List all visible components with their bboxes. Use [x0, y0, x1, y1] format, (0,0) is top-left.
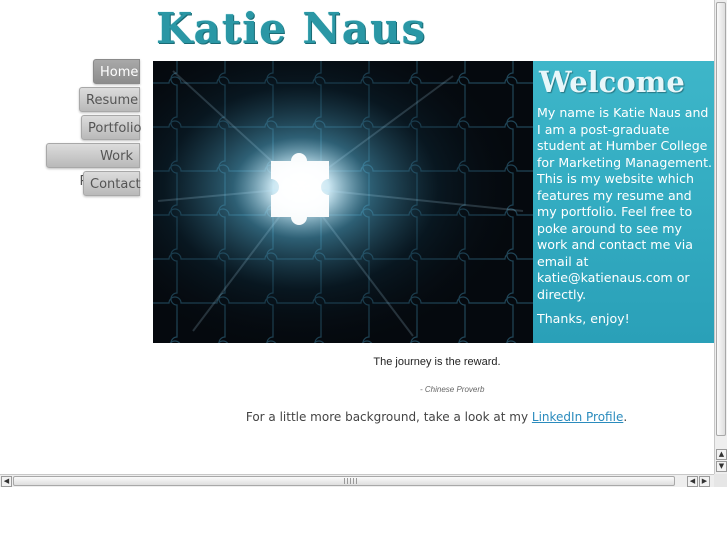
- arrow-right-icon[interactable]: ▶: [699, 476, 710, 487]
- nav-home-button[interactable]: Home: [93, 59, 140, 84]
- background-prefix: For a little more background, take a loo…: [245, 410, 532, 424]
- welcome-panel: Welcome My name is Katie Naus and I am a…: [533, 61, 714, 343]
- horizontal-scroll-thumb[interactable]: [13, 476, 675, 486]
- nav-contact-button[interactable]: Contact: [83, 171, 141, 196]
- arrow-down-icon[interactable]: ▼: [716, 461, 727, 472]
- scrollbar-corner: [714, 474, 727, 487]
- vertical-scroll-thumb[interactable]: [716, 2, 726, 436]
- linkedin-profile-link[interactable]: LinkedIn Profile: [532, 410, 623, 424]
- blank-area: [0, 487, 727, 545]
- welcome-email-text: katie@katienaus.com: [537, 270, 673, 285]
- welcome-paragraph: My name is Katie Naus and I am a post-gr…: [537, 105, 714, 303]
- nav-portfolio-button[interactable]: Portfolio: [81, 115, 141, 140]
- page-viewport: Katie Naus Home Resume Portfolio Work Po…: [0, 0, 714, 474]
- background-line: For a little more background, take a loo…: [0, 410, 714, 424]
- arrow-left-icon[interactable]: ◀: [1, 476, 12, 487]
- welcome-thanks-text: Thanks, enjoy!: [537, 311, 630, 326]
- welcome-body-text: My name is Katie Naus and I am a post-gr…: [537, 105, 713, 269]
- quote-attribution: - Chinese Proverb: [420, 385, 485, 394]
- site-logo[interactable]: Katie Naus: [156, 4, 426, 53]
- welcome-title: Welcome: [539, 65, 685, 99]
- scroll-grip-icon: [344, 478, 358, 484]
- nav-work-portfolio-button[interactable]: Work Portfolio: [46, 143, 140, 189]
- glowing-puzzle-image: [153, 61, 533, 343]
- quote-text: The journey is the reward.: [373, 356, 501, 368]
- arrow-left-icon[interactable]: ◀: [687, 476, 698, 487]
- arrow-up-icon[interactable]: ▲: [716, 449, 727, 460]
- horizontal-scrollbar[interactable]: ◀ ◀ ▶: [0, 474, 714, 487]
- vertical-scrollbar[interactable]: ▲ ▼: [714, 0, 727, 474]
- background-suffix: .: [623, 410, 628, 424]
- nav-resume-button[interactable]: Resume: [79, 87, 140, 112]
